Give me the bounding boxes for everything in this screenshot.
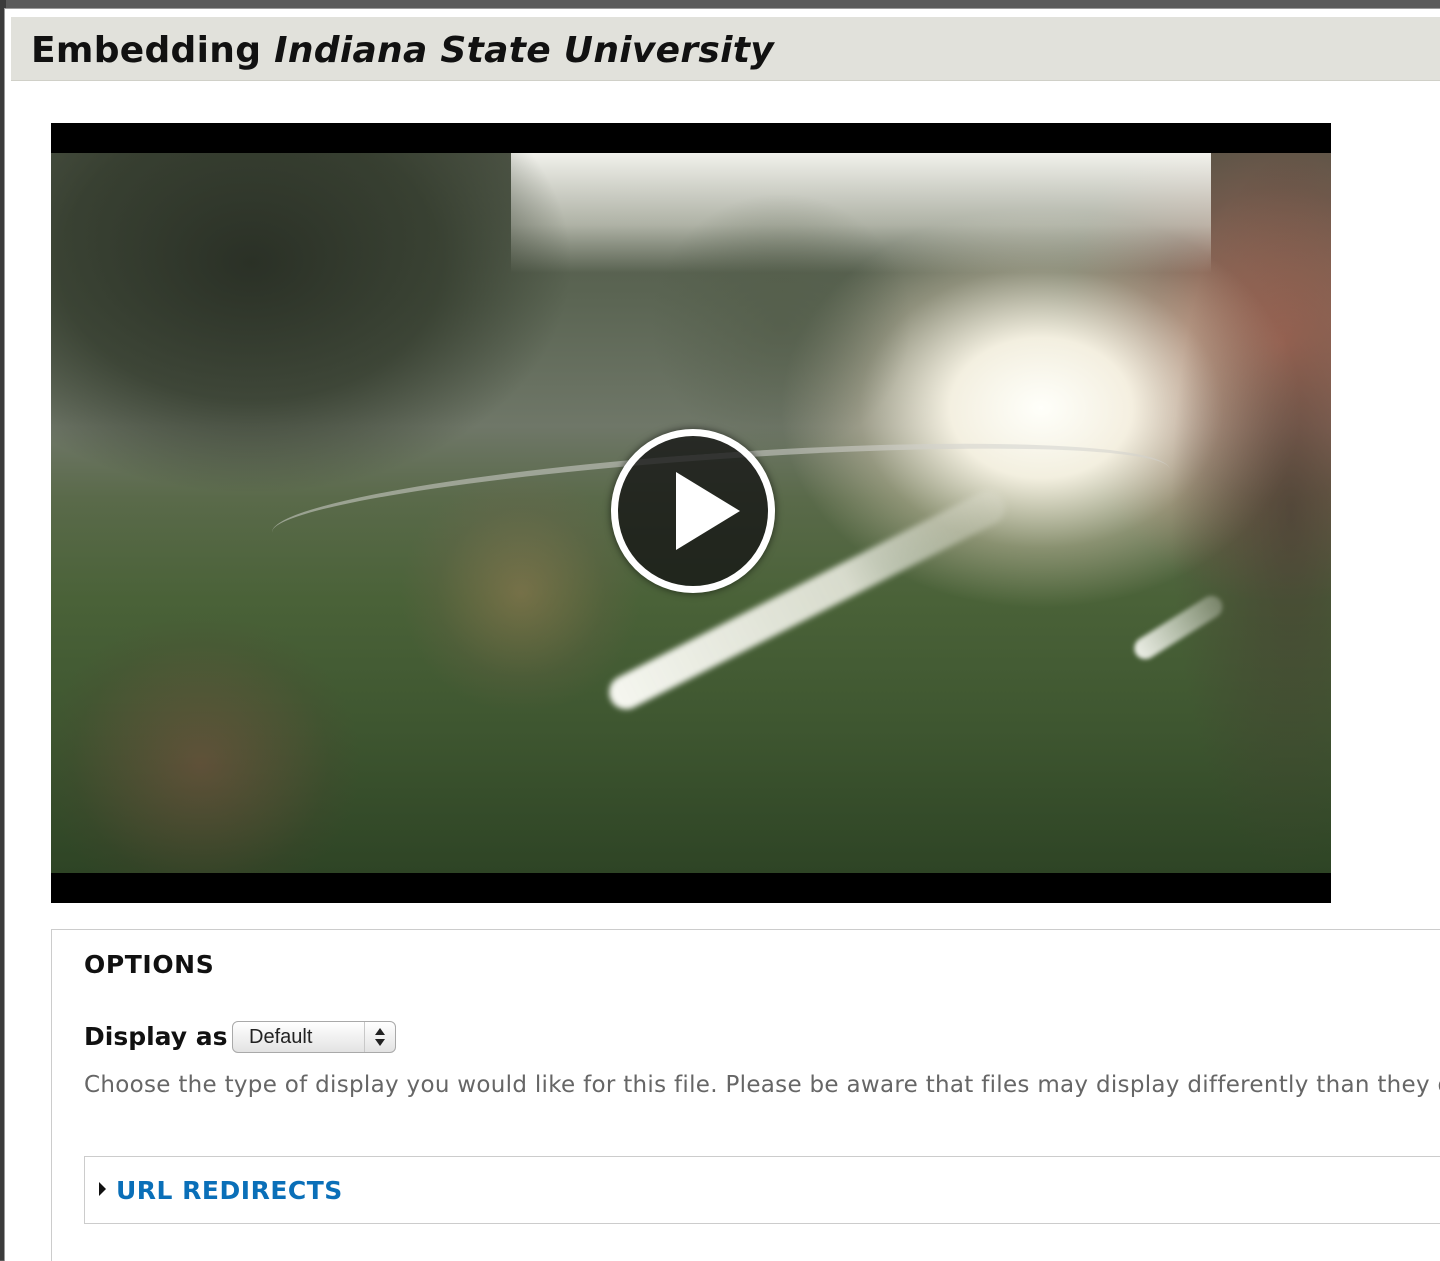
select-arrows-icon [364,1022,395,1052]
url-redirects-fieldset: URL REDIRECTS [84,1156,1440,1224]
play-button[interactable] [604,429,782,593]
play-icon [676,472,740,550]
display-as-select[interactable]: Default [232,1021,396,1053]
caret-right-icon [99,1182,106,1196]
display-as-value: Default [249,1026,313,1048]
dialog-titlebar: Embedding Indiana State University [11,17,1440,81]
options-legend: OPTIONS [84,950,215,979]
url-redirects-label[interactable]: URL REDIRECTS [116,1176,343,1205]
dialog-title: Embedding Indiana State University [31,31,774,71]
title-prefix: Embedding [31,30,262,71]
display-as-label: Display as [84,1022,228,1051]
display-as-description: Choose the type of display you would lik… [84,1072,1440,1098]
thumbnail-tree-mid [651,193,911,453]
thumbnail-tree-left [51,153,571,493]
options-fieldset: OPTIONS Display as Default Choose the ty… [51,929,1440,1261]
video-player[interactable] [51,123,1331,903]
embed-dialog: Embedding Indiana State University OPTIO… [4,8,1440,1261]
file-name: Indiana State University [274,30,775,71]
thumbnail-tree-right [1171,153,1331,873]
url-redirects-toggle[interactable]: URL REDIRECTS [99,1176,343,1205]
